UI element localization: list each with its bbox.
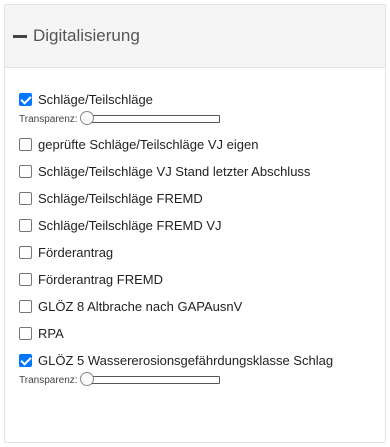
slider-track[interactable]	[83, 115, 220, 123]
layer-label: Förderantrag	[38, 245, 114, 260]
layer-item[interactable]: Schläge/Teilschläge VJ Stand letzter Abs…	[19, 162, 385, 181]
layer-checkbox[interactable]	[19, 327, 32, 340]
layer-label: Schläge/Teilschläge	[38, 92, 153, 107]
layer-item[interactable]: Schläge/Teilschläge FREMD	[19, 189, 385, 208]
layer-label: GLÖZ 8 Altbrache nach GAPAusnV	[38, 299, 243, 314]
layer-checkbox[interactable]	[19, 273, 32, 286]
layer-label: Schläge/Teilschläge VJ Stand letzter Abs…	[38, 164, 311, 179]
transparency-control: Transparenz:	[19, 111, 385, 127]
slider-thumb[interactable]	[79, 111, 94, 125]
layer-item[interactable]: RPA	[19, 324, 385, 343]
layer-checkbox[interactable]	[19, 300, 32, 313]
transparency-slider[interactable]	[79, 111, 220, 127]
transparency-label: Transparenz:	[19, 374, 78, 386]
transparency-control: Transparenz:	[19, 372, 385, 388]
slider-track[interactable]	[83, 376, 220, 384]
layer-checkbox[interactable]	[19, 93, 32, 106]
layer-item[interactable]: Schläge/Teilschläge FREMD VJ	[19, 216, 385, 235]
layer-label: GLÖZ 5 Wassererosionsgefährdungsklasse S…	[38, 353, 334, 368]
layer-group-header[interactable]: Digitalisierung	[5, 5, 385, 68]
transparency-slider[interactable]	[79, 372, 220, 388]
layer-label: geprüfte Schläge/Teilschläge VJ eigen	[38, 137, 259, 152]
layer-list: Schläge/Teilschläge Transparenz: geprüfte …	[5, 90, 385, 388]
layer-checkbox[interactable]	[19, 165, 32, 178]
layer-group-title: Digitalisierung	[33, 26, 140, 45]
slider-thumb[interactable]	[79, 372, 94, 386]
layer-group-panel: Digitalisierung Schläge/Teilschläge Trans…	[4, 4, 386, 443]
layer-item[interactable]: Förderantrag FREMD	[19, 270, 385, 289]
layer-item[interactable]: geprüfte Schläge/Teilschläge VJ eigen	[19, 135, 385, 154]
layer-item[interactable]: Förderantrag	[19, 243, 385, 262]
transparency-label: Transparenz:	[19, 113, 78, 125]
layer-checkbox[interactable]	[19, 246, 32, 259]
layer-checkbox[interactable]	[19, 354, 32, 367]
layer-item[interactable]: GLÖZ 8 Altbrache nach GAPAusnV	[19, 297, 385, 316]
layer-item[interactable]: Schläge/Teilschläge	[19, 90, 385, 109]
layer-label: Schläge/Teilschläge FREMD VJ	[38, 218, 222, 233]
layer-checkbox[interactable]	[19, 192, 32, 205]
layer-item[interactable]: GLÖZ 5 Wassererosionsgefährdungsklasse S…	[19, 351, 385, 370]
layer-label: Förderantrag FREMD	[38, 272, 163, 287]
layer-label: RPA	[38, 326, 64, 341]
layer-checkbox[interactable]	[19, 138, 32, 151]
layer-label: Schläge/Teilschläge FREMD	[38, 191, 203, 206]
minus-icon[interactable]	[13, 35, 27, 38]
layer-checkbox[interactable]	[19, 219, 32, 232]
